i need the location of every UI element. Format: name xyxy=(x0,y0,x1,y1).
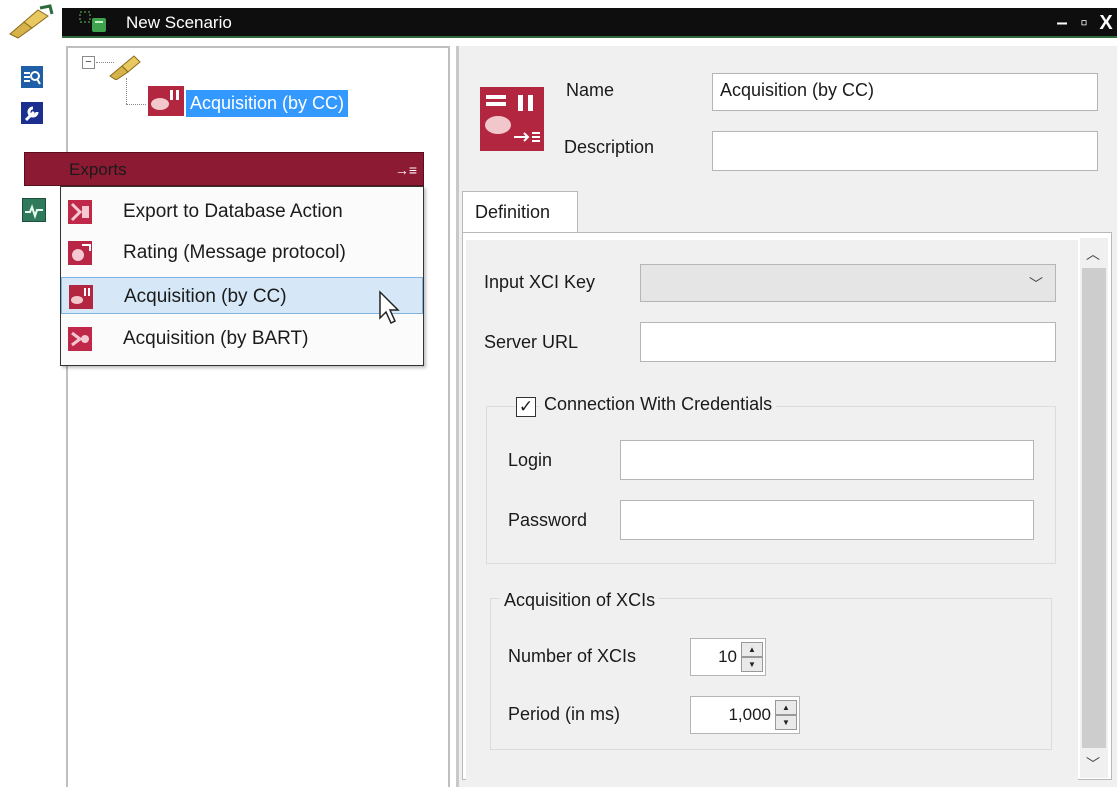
activity-graph-icon[interactable] xyxy=(22,198,46,222)
acquisition-node-icon[interactable] xyxy=(148,86,184,121)
acquisition-group-title: Acquisition of XCIs xyxy=(500,590,660,611)
tab-definition[interactable]: Definition xyxy=(462,191,578,233)
rating-icon xyxy=(68,241,92,270)
input-xci-key-dropdown[interactable]: ﹀ xyxy=(640,264,1056,302)
scroll-up-icon[interactable]: ︿ xyxy=(1086,244,1100,264)
stepper-value: 10 xyxy=(718,647,737,666)
window-controls: – ▫ X xyxy=(1053,10,1115,36)
menu-item-export-database[interactable]: Export to Database Action xyxy=(61,193,423,230)
stepper-up-icon[interactable]: ▲ xyxy=(741,642,763,657)
login-label: Login xyxy=(508,450,553,470)
server-url-label: Server URL xyxy=(484,332,579,352)
menu-item-label: Export to Database Action xyxy=(123,201,343,222)
exports-menu-title: Exports xyxy=(69,160,127,179)
mouse-pointer-icon xyxy=(378,290,404,331)
number-of-xcis-label: Number of XCIs xyxy=(508,646,637,666)
password-label: Password xyxy=(508,510,588,530)
menu-item-label: Acquisition (by BART) xyxy=(123,328,309,349)
scenario-document-icon xyxy=(78,10,112,39)
acquisition-cc-icon xyxy=(69,285,93,314)
menu-item-acquisition-bart[interactable]: Acquisition (by BART) xyxy=(61,320,423,357)
app-plug-icon[interactable] xyxy=(6,4,56,45)
description-label: Description xyxy=(564,137,655,157)
stepper-down-icon[interactable]: ▼ xyxy=(775,715,797,730)
wrench-icon[interactable] xyxy=(21,102,43,124)
credentials-group xyxy=(486,406,1056,564)
stepper-up-icon[interactable]: ▲ xyxy=(775,700,797,715)
minimize-button[interactable]: – xyxy=(1053,12,1071,35)
menu-item-label: Rating (Message protocol) xyxy=(123,242,346,263)
window-title: New Scenario xyxy=(126,13,232,32)
stepper-value: 1,000 xyxy=(728,705,771,724)
menu-item-acquisition-cc[interactable]: Acquisition (by CC) xyxy=(61,277,423,314)
credentials-label[interactable]: Connection With Credentials xyxy=(540,394,777,415)
search-list-icon[interactable] xyxy=(21,66,43,88)
stepper-down-icon[interactable]: ▼ xyxy=(741,657,763,672)
acquisition-large-icon xyxy=(480,87,544,156)
chevron-down-icon: ﹀ xyxy=(1029,276,1043,292)
server-url-field[interactable] xyxy=(640,322,1056,362)
tree-expander[interactable]: − xyxy=(82,56,95,69)
tree-connector-vertical xyxy=(126,78,127,104)
exports-menu: Export to Database Action Rating (Messag… xyxy=(60,186,424,366)
tree-connector-branch xyxy=(126,104,146,105)
restore-button[interactable]: ▫ xyxy=(1075,12,1093,35)
database-export-icon xyxy=(68,200,92,229)
description-field[interactable] xyxy=(712,131,1098,171)
number-of-xcis-stepper[interactable]: 10 ▲ ▼ xyxy=(690,638,766,676)
menu-item-rating[interactable]: Rating (Message protocol) xyxy=(61,234,423,271)
input-xci-key-label: Input XCI Key xyxy=(484,272,596,292)
tree-node-selected[interactable]: Acquisition (by CC) xyxy=(186,90,349,117)
exports-menu-header: Exports →≡ xyxy=(24,152,424,186)
name-label: Name xyxy=(566,80,615,100)
scrollbar-thumb[interactable] xyxy=(1082,268,1106,748)
credentials-checkbox[interactable]: ✓ xyxy=(516,397,536,417)
scroll-down-icon[interactable]: ﹀ xyxy=(1086,754,1100,774)
vertical-scrollbar[interactable]: ︿ ﹀ xyxy=(1080,238,1108,778)
acquisition-bart-icon xyxy=(68,327,92,356)
period-label: Period (in ms) xyxy=(508,704,621,724)
menu-item-label: Acquisition (by CC) xyxy=(124,286,287,307)
title-bar: New Scenario – ▫ X xyxy=(0,0,1117,40)
pin-arrow-icon[interactable]: →≡ xyxy=(395,162,417,178)
login-field[interactable] xyxy=(620,440,1034,480)
close-button[interactable]: X xyxy=(1097,12,1115,35)
period-stepper[interactable]: 1,000 ▲ ▼ xyxy=(690,696,800,734)
name-field[interactable]: Acquisition (by CC) xyxy=(712,73,1098,111)
password-field[interactable] xyxy=(620,500,1034,540)
